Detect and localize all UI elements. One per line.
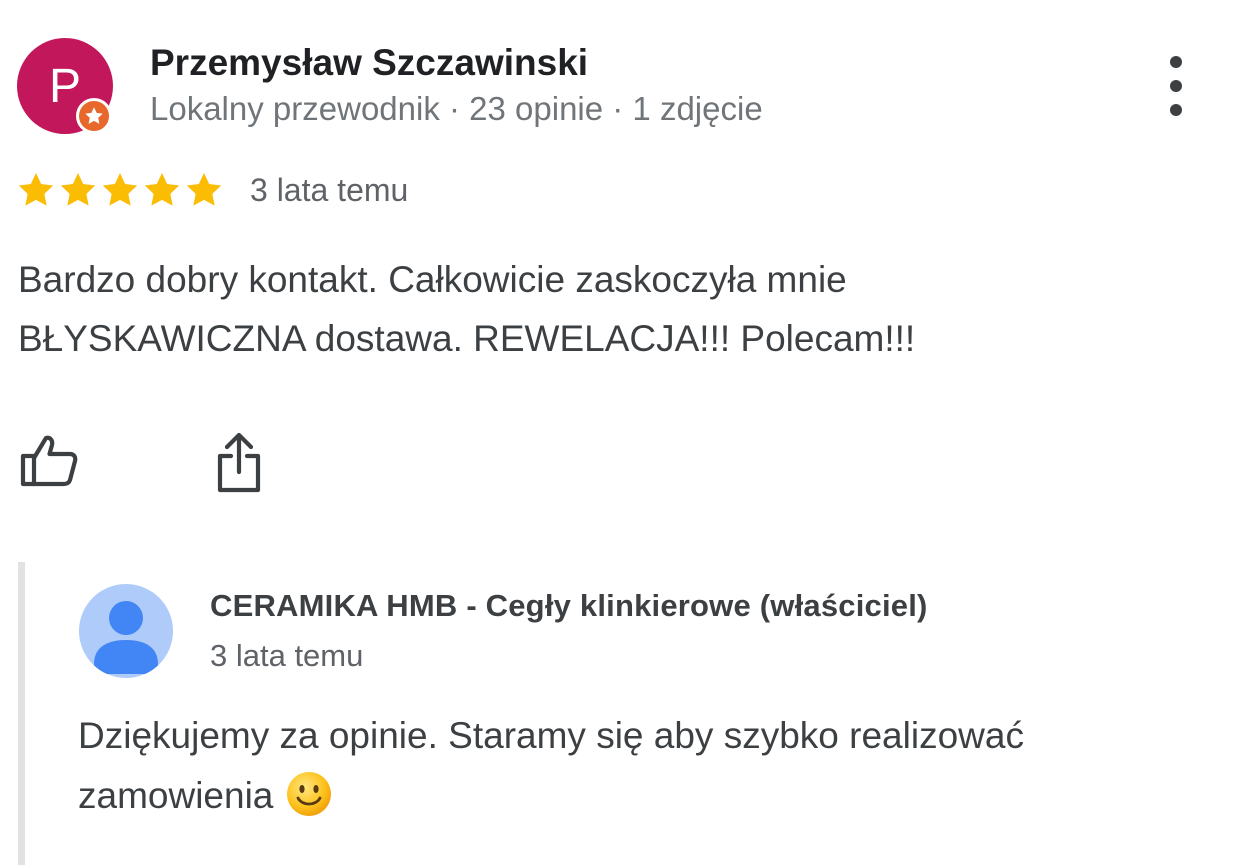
rating-row: 3 lata temu	[16, 168, 408, 212]
avatar-letter: P	[48, 59, 81, 113]
star-icon	[102, 173, 138, 206]
review-text: Bardzo dobry kontakt. Całkowicie zaskocz…	[18, 250, 1218, 368]
star-rating	[16, 170, 224, 210]
local-guide-star-icon	[76, 98, 112, 134]
more-vert-icon[interactable]	[1156, 56, 1196, 116]
reply-text-line: zamowienia	[78, 775, 274, 816]
review-text-line: Bardzo dobry kontakt. Całkowicie zaskocz…	[18, 259, 847, 300]
review-date: 3 lata temu	[250, 171, 409, 208]
star-icon	[60, 173, 96, 206]
share-icon[interactable]	[216, 432, 262, 494]
person-icon	[94, 601, 158, 674]
owner-name: CERAMIKA HMB - Cegły klinkierowe (właści…	[210, 588, 928, 623]
owner-reply-date: 3 lata temu	[210, 638, 364, 673]
reviewer-name[interactable]: Przemysław Szczawinski	[150, 42, 588, 84]
reply-text-line: Dziękujemy za opinie. Staramy się aby sz…	[78, 715, 1024, 756]
smiling-face-emoji	[285, 770, 333, 818]
star-icon	[144, 173, 180, 206]
review-text-line: BŁYSKAWICZNA dostawa. REWELACJA!!! Polec…	[18, 318, 916, 359]
star-icon	[18, 173, 54, 206]
star-icon	[186, 173, 222, 206]
owner-reply: CERAMIKA HMB - Cegły klinkierowe (właści…	[18, 562, 1245, 865]
reviewer-meta: Lokalny przewodnik · 23 opinie · 1 zdjęc…	[150, 90, 763, 127]
owner-avatar[interactable]	[79, 584, 173, 678]
owner-reply-text: Dziękujemy za opinie. Staramy się aby sz…	[78, 706, 1218, 826]
thumbs-up-icon[interactable]	[20, 434, 78, 488]
